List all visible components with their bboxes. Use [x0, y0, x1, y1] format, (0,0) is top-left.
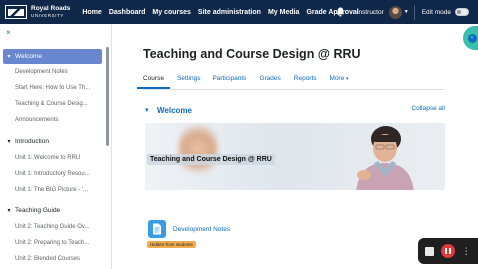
- tab-reports[interactable]: Reports: [294, 71, 317, 89]
- course-index-item[interactable]: Unit 2: Preparing to Teach...: [15, 239, 101, 247]
- user-role-label: Instructor: [356, 8, 384, 16]
- screen-recorder-controls: ⋮: [418, 238, 478, 264]
- chevron-down-icon[interactable]: ▾: [145, 106, 157, 114]
- side-panel-toggle[interactable]: ‹: [463, 26, 478, 50]
- drawer-scrollbar[interactable]: [106, 47, 109, 146]
- logo-line1: Royal Roads: [31, 5, 71, 12]
- tab-more-label: More: [329, 75, 345, 82]
- logo-mark: [5, 5, 27, 19]
- nav-site-administration[interactable]: Site administration: [198, 9, 261, 16]
- nav-home[interactable]: Home: [82, 9, 101, 16]
- tab-course[interactable]: Course: [137, 71, 170, 89]
- course-banner-image: Teaching and Course Design @ RRU: [145, 123, 445, 190]
- tab-settings[interactable]: Settings: [177, 71, 201, 89]
- course-index-section-teaching-guide[interactable]: ▾ Teaching Guide: [3, 203, 102, 218]
- close-icon[interactable]: ×: [6, 29, 11, 37]
- status-badge: Hidden from students: [147, 241, 196, 248]
- tab-participants[interactable]: Participants: [212, 71, 246, 89]
- chevron-down-icon: ▾: [7, 139, 11, 145]
- banner-presenter-photo: [356, 126, 414, 190]
- course-secondary-navigation: Course Settings Participants Grades Repo…: [137, 71, 349, 91]
- tab-grades[interactable]: Grades: [259, 71, 280, 89]
- course-index-section-welcome[interactable]: ▾ Welcome: [3, 49, 102, 64]
- nav-my-media[interactable]: My Media: [268, 9, 300, 16]
- section-title: Welcome: [15, 53, 42, 60]
- course-index-item[interactable]: Teaching & Course Desig...: [15, 100, 101, 108]
- course-index-section-introduction[interactable]: ▾ Introduction: [3, 134, 102, 149]
- logo-text: Royal Roads UNIVERSITY: [31, 5, 71, 18]
- course-index-item[interactable]: Unit 2: Teaching Guide Ov...: [15, 223, 101, 231]
- tab-more[interactable]: More ▾: [330, 71, 349, 89]
- course-index-item[interactable]: Unit 1: Welcome to RRU: [15, 154, 101, 162]
- course-index-item[interactable]: Unit 2: Blended Courses: [15, 255, 101, 263]
- course-index-item[interactable]: Unit 1: The BIG Picture - '...: [15, 186, 101, 194]
- activity-development-notes[interactable]: Development Notes: [148, 220, 230, 238]
- nav-dashboard[interactable]: Dashboard: [109, 9, 146, 16]
- course-index-item[interactable]: Announcements: [15, 116, 101, 124]
- stop-icon[interactable]: [425, 246, 435, 256]
- chevron-down-icon: ▾: [7, 208, 11, 214]
- banner-blurred-person: [178, 123, 218, 179]
- course-index-drawer: × ▾ Welcome Development Notes Start Here…: [0, 24, 112, 269]
- navbar-right: Instructor ▼ Edit mode: [335, 0, 478, 24]
- section-title: Introduction: [15, 138, 49, 145]
- primary-navigation: Home Dashboard My courses Site administr…: [82, 9, 365, 16]
- chevron-down-icon: ▾: [7, 54, 11, 60]
- edit-mode-label: Edit mode: [421, 8, 451, 16]
- course-index-item[interactable]: Development Notes: [15, 68, 101, 76]
- chevron-down-icon: ▾: [346, 76, 349, 82]
- course-index-item[interactable]: Start Here: How to Use Th...: [15, 84, 101, 92]
- edit-mode-toggle[interactable]: [455, 8, 469, 16]
- nav-my-courses[interactable]: My courses: [152, 9, 191, 16]
- course-section-header: ▾ Welcome Collapse all: [145, 104, 445, 116]
- more-icon[interactable]: ⋮: [462, 246, 471, 256]
- page-icon: [148, 220, 166, 238]
- activity-name[interactable]: Development Notes: [173, 226, 230, 233]
- pause-icon[interactable]: [440, 244, 455, 258]
- course-index-item[interactable]: Unit 1: Introductory Resou...: [15, 170, 101, 178]
- chevron-left-icon: ‹: [467, 33, 477, 43]
- tabs-divider: [143, 89, 445, 90]
- site-logo[interactable]: Royal Roads UNIVERSITY: [5, 5, 70, 19]
- avatar[interactable]: [388, 5, 402, 19]
- bell-icon[interactable]: [335, 6, 347, 18]
- logo-line2: UNIVERSITY: [31, 12, 65, 18]
- top-navbar: Royal Roads UNIVERSITY Home Dashboard My…: [0, 0, 478, 24]
- collapse-all-link[interactable]: Collapse all: [411, 105, 445, 112]
- section-title: Teaching Guide: [15, 207, 61, 214]
- page-title: Teaching and Course Design @ RRU: [143, 47, 361, 61]
- section-title-welcome[interactable]: Welcome: [157, 106, 192, 115]
- navbar-divider: [413, 4, 415, 20]
- chevron-down-icon[interactable]: ▼: [404, 9, 409, 15]
- banner-title: Teaching and Course Design @ RRU: [147, 154, 275, 165]
